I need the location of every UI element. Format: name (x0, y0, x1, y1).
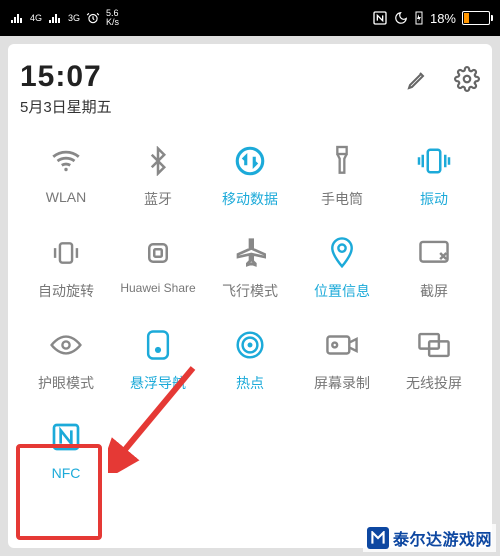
signal-icon-1 (10, 12, 24, 24)
tile-screenshot[interactable]: 截屏 (388, 219, 480, 311)
tile-label: 护眼模式 (38, 373, 94, 393)
tile-mobile-data[interactable]: 移动数据 (204, 127, 296, 219)
tile-label: WLAN (46, 189, 86, 205)
alarm-icon (86, 11, 100, 25)
annotation-highlight-box (16, 444, 102, 540)
tile-label: 位置信息 (314, 281, 370, 301)
clock-time: 15:07 (20, 60, 112, 94)
tile-eye-comfort[interactable]: 护眼模式 (20, 311, 112, 403)
tile-label: 热点 (236, 373, 264, 393)
tile-airplane[interactable]: 飞行模式 (204, 219, 296, 311)
watermark-logo-icon (367, 527, 389, 549)
record-icon (322, 325, 362, 365)
battery-percent: 18% (430, 11, 456, 26)
net-label-2: 3G (68, 14, 80, 23)
flashlight-icon (322, 141, 362, 181)
wifi-icon (46, 141, 86, 181)
tile-wlan[interactable]: WLAN (20, 127, 112, 219)
tiles-grid: WLAN 蓝牙 移动数据 手电筒 振动 自动旋转 (20, 127, 480, 491)
tile-bluetooth[interactable]: 蓝牙 (112, 127, 204, 219)
edit-icon[interactable] (406, 67, 430, 91)
annotation-arrow (108, 363, 198, 473)
tile-huawei-share[interactable]: Huawei Share (112, 219, 204, 311)
airplane-icon (230, 233, 270, 273)
clock-date: 5月3日星期五 (20, 96, 112, 117)
time-block: 15:07 5月3日星期五 (20, 60, 112, 117)
quick-settings-panel: 15:07 5月3日星期五 WLAN 蓝牙 移动数据 (8, 44, 492, 548)
bluetooth-icon (138, 141, 178, 181)
tile-screen-record[interactable]: 屏幕录制 (296, 311, 388, 403)
panel-header: 15:07 5月3日星期五 (20, 60, 480, 117)
tile-vibrate[interactable]: 振动 (388, 127, 480, 219)
tile-label: 截屏 (420, 281, 448, 301)
tile-label: 自动旋转 (38, 281, 94, 301)
status-left: 4G 3G 5.6K/s (10, 9, 119, 27)
mobile-data-icon (230, 141, 270, 181)
location-icon (322, 233, 362, 273)
tile-flashlight[interactable]: 手电筒 (296, 127, 388, 219)
rotate-icon (46, 233, 86, 273)
cast-icon (414, 325, 454, 365)
tile-wireless-proj[interactable]: 无线投屏 (388, 311, 480, 403)
battery-icon (462, 11, 490, 25)
eye-icon (46, 325, 86, 365)
tile-label: 振动 (420, 189, 448, 209)
hotspot-icon (230, 325, 270, 365)
tile-hotspot[interactable]: 热点 (204, 311, 296, 403)
tile-label: 蓝牙 (144, 189, 172, 209)
status-bar: 4G 3G 5.6K/s 18% (0, 0, 500, 36)
vibrate-icon (414, 141, 454, 181)
battery-charge-icon (414, 11, 424, 25)
tile-label: Huawei Share (120, 281, 195, 295)
watermark: 泰尔达游戏网 (363, 524, 496, 552)
tile-auto-rotate[interactable]: 自动旋转 (20, 219, 112, 311)
watermark-text: 泰尔达游戏网 (393, 526, 492, 550)
share-icon (138, 233, 178, 273)
status-right: 18% (372, 10, 490, 26)
tile-label: 无线投屏 (406, 373, 462, 393)
net-label-1: 4G (30, 14, 42, 23)
tile-label: 飞行模式 (222, 281, 278, 301)
nfc-status-icon (372, 10, 388, 26)
net-speed: 5.6K/s (106, 9, 119, 27)
tile-label: 手电筒 (321, 189, 363, 209)
tile-label: 移动数据 (222, 189, 278, 209)
settings-icon[interactable] (454, 66, 480, 92)
moon-icon (394, 11, 408, 25)
nav-dock-icon (138, 325, 178, 365)
screenshot-icon (414, 233, 454, 273)
tile-label: 屏幕录制 (314, 373, 370, 393)
tile-location[interactable]: 位置信息 (296, 219, 388, 311)
signal-icon-2 (48, 12, 62, 24)
